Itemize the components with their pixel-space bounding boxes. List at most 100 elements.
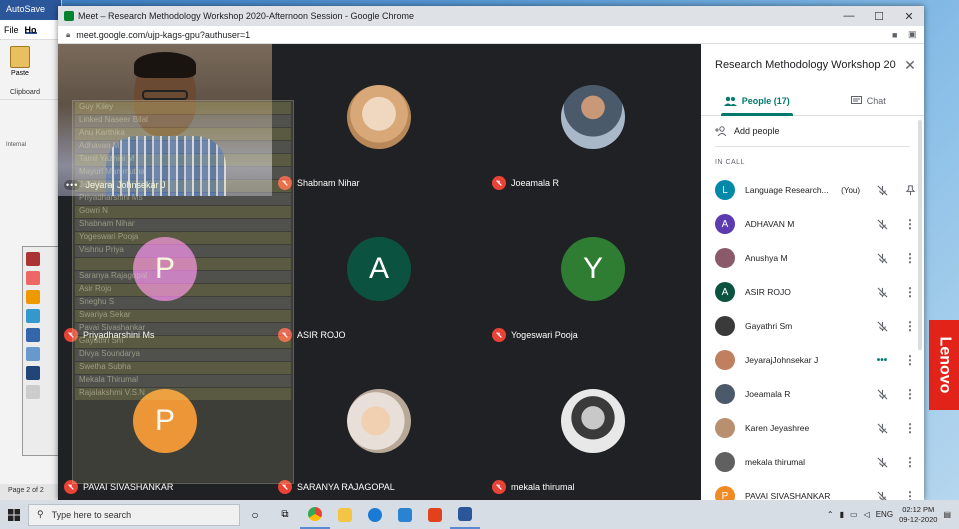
more-options-icon[interactable]: ⋮ <box>896 421 924 435</box>
battery-icon[interactable]: ▭ <box>850 510 858 519</box>
task-view-button[interactable]: ⧉ <box>270 500 300 529</box>
more-options-icon[interactable]: ⋮ <box>896 387 924 401</box>
taskbar-word[interactable] <box>450 500 480 529</box>
ghost-row: Swetha Subha <box>75 362 291 374</box>
participant-name: Language Research... <box>745 185 829 195</box>
avatar-photo <box>715 316 735 336</box>
participant-row[interactable]: JeyarajJohnsekar J ••• ⋮ <box>701 343 924 377</box>
participant-row[interactable]: Anushya M ⋮ <box>701 241 924 275</box>
ghost-row: Jas Mine <box>75 180 291 192</box>
participant-row[interactable]: mekala thirumal ⋮ <box>701 445 924 479</box>
participant-tile[interactable]: mekala thirumal <box>486 348 700 500</box>
participant-tile[interactable]: Joeamala R <box>486 44 700 196</box>
ghost-row: Divya Soundarya <box>75 349 291 361</box>
participant-row[interactable]: P PAVAI SIVASHANKAR ⋮ <box>701 479 924 500</box>
url-text[interactable]: meet.google.com/ujp-kags-gpu?authuser=1 <box>76 30 892 40</box>
lock-icon[interactable]: 🔒︎ <box>66 30 70 40</box>
tile-name: Shabnam Nihar <box>297 178 360 188</box>
taskbar: ⚲ Type here to search ○ ⧉ ⌃ ▮ ▭ ◁ ENG 02… <box>0 500 959 529</box>
notification-icon[interactable]: ▤ <box>943 510 951 519</box>
panel-tabs: People (17) Chat <box>701 86 924 116</box>
language-indicator[interactable]: ENG <box>876 510 893 519</box>
close-window-button[interactable]: ✕ <box>894 10 924 23</box>
search-icon: ⚲ <box>37 509 44 519</box>
word-status-bar: Page 2 of 2 <box>0 484 62 500</box>
taskbar-explorer[interactable] <box>330 500 360 529</box>
participant-row[interactable]: Karen Jeyashree ⋮ <box>701 411 924 445</box>
participant-name: ADHAVAN M <box>745 219 795 229</box>
maximize-button[interactable]: ☐ <box>864 10 894 23</box>
ghost-row: Priyadharshini Ms <box>75 193 291 205</box>
close-icon[interactable]: ✕ <box>896 57 924 74</box>
start-button[interactable] <box>0 508 28 521</box>
tile-label: Joeamala R <box>492 176 559 190</box>
ghost-row: Gowri N <box>75 206 291 218</box>
paste-button[interactable]: Paste <box>10 46 30 77</box>
mic-off-icon <box>868 287 896 298</box>
tab-chat[interactable]: Chat <box>813 86 925 115</box>
mic-off-icon <box>868 491 896 500</box>
chrome-window: Meet – Research Methodology Workshop 202… <box>58 6 924 500</box>
taskbar-edge[interactable] <box>360 500 390 529</box>
folder-icon <box>338 507 352 522</box>
avatar: A <box>715 282 735 302</box>
avatar: P <box>715 486 735 500</box>
taskbar-chrome[interactable] <box>300 500 330 529</box>
ghost-row: Yogeswari Pooja <box>75 232 291 244</box>
tile-label: mekala thirumal <box>492 480 575 494</box>
clipboard-group-label: Clipboard <box>10 89 40 96</box>
participant-row[interactable]: L Language Research... (You) <box>701 173 924 207</box>
letter-avatar: A <box>347 236 411 301</box>
ghost-row: Guy Kiley <box>75 102 291 114</box>
volume-icon[interactable]: ◁ <box>864 510 870 519</box>
ghost-row: Rajalakshmi V.S.N <box>75 388 291 400</box>
tab-people[interactable]: People (17) <box>701 86 813 116</box>
participant-row[interactable]: Gayathri Sm ⋮ <box>701 309 924 343</box>
baby-photo <box>347 84 411 149</box>
app-l-icon <box>398 507 412 522</box>
clock[interactable]: 02:12 PM 09-12-2020 <box>899 505 937 525</box>
cortana-button[interactable]: ○ <box>240 500 270 529</box>
camera-icon[interactable]: ■ <box>892 30 908 40</box>
avatar-photo <box>715 248 735 268</box>
participant-row[interactable]: A ADHAVAN M ⋮ <box>701 207 924 241</box>
participant-tile[interactable]: A ASIR ROJO <box>272 196 486 348</box>
participant-row[interactable]: Joeamala R ⋮ <box>701 377 924 411</box>
mic-off-icon <box>868 389 896 400</box>
participant-tile[interactable]: SARANYA RAJAGOPAL <box>272 348 486 500</box>
word-window: AutoSave File Ho Paste Clipboard Interna… <box>0 0 62 500</box>
people-panel: Research Methodology Workshop 2020-After… <box>701 44 924 500</box>
app-icon <box>26 252 40 266</box>
letter-avatar: Y <box>561 236 625 301</box>
minimize-button[interactable]: — <box>834 10 864 22</box>
avatar-photo <box>715 350 735 370</box>
word-ribbon: Paste Clipboard <box>0 40 61 100</box>
word-menu-home[interactable]: Ho <box>24 25 37 35</box>
taskbar-app-l[interactable] <box>390 500 420 529</box>
mic-off-icon <box>868 185 896 196</box>
more-options-icon[interactable]: ⋮ <box>896 455 924 469</box>
add-people-button[interactable]: Add people <box>701 116 924 146</box>
lenovo-text: Lenovo <box>936 336 954 394</box>
participant-tile[interactable]: Y Yogeswari Pooja <box>486 196 700 348</box>
address-bar[interactable]: 🔒︎ meet.google.com/ujp-kags-gpu?authuser… <box>58 26 924 44</box>
more-options-icon[interactable]: ⋮ <box>896 489 924 500</box>
participant-name: ASIR ROJO <box>745 287 791 297</box>
avatar: A <box>715 214 735 234</box>
taskbar-search-input[interactable]: ⚲ Type here to search <box>28 503 240 526</box>
word-menu-file[interactable]: File <box>4 25 19 35</box>
more-options-icon[interactable]: ⋮ <box>896 353 924 367</box>
participant-row[interactable]: A ASIR ROJO ⋮ <box>701 275 924 309</box>
network-icon[interactable]: ▮ <box>840 510 844 519</box>
participant-name: PAVAI SIVASHANKAR <box>745 491 831 500</box>
participant-name: Gayathri Sm <box>745 321 793 331</box>
word-menu: File Ho <box>0 20 61 40</box>
panel-scrollbar[interactable] <box>918 120 922 350</box>
app-icon <box>26 366 40 380</box>
participant-tile[interactable]: Shabnam Nihar <box>272 44 486 196</box>
taskbar-office[interactable] <box>420 500 450 529</box>
extension-icon[interactable]: ▣ <box>908 29 924 40</box>
participant-name: JeyarajJohnsekar J <box>745 355 819 365</box>
people-icon <box>723 96 737 106</box>
chevron-up-icon[interactable]: ⌃ <box>827 510 834 519</box>
